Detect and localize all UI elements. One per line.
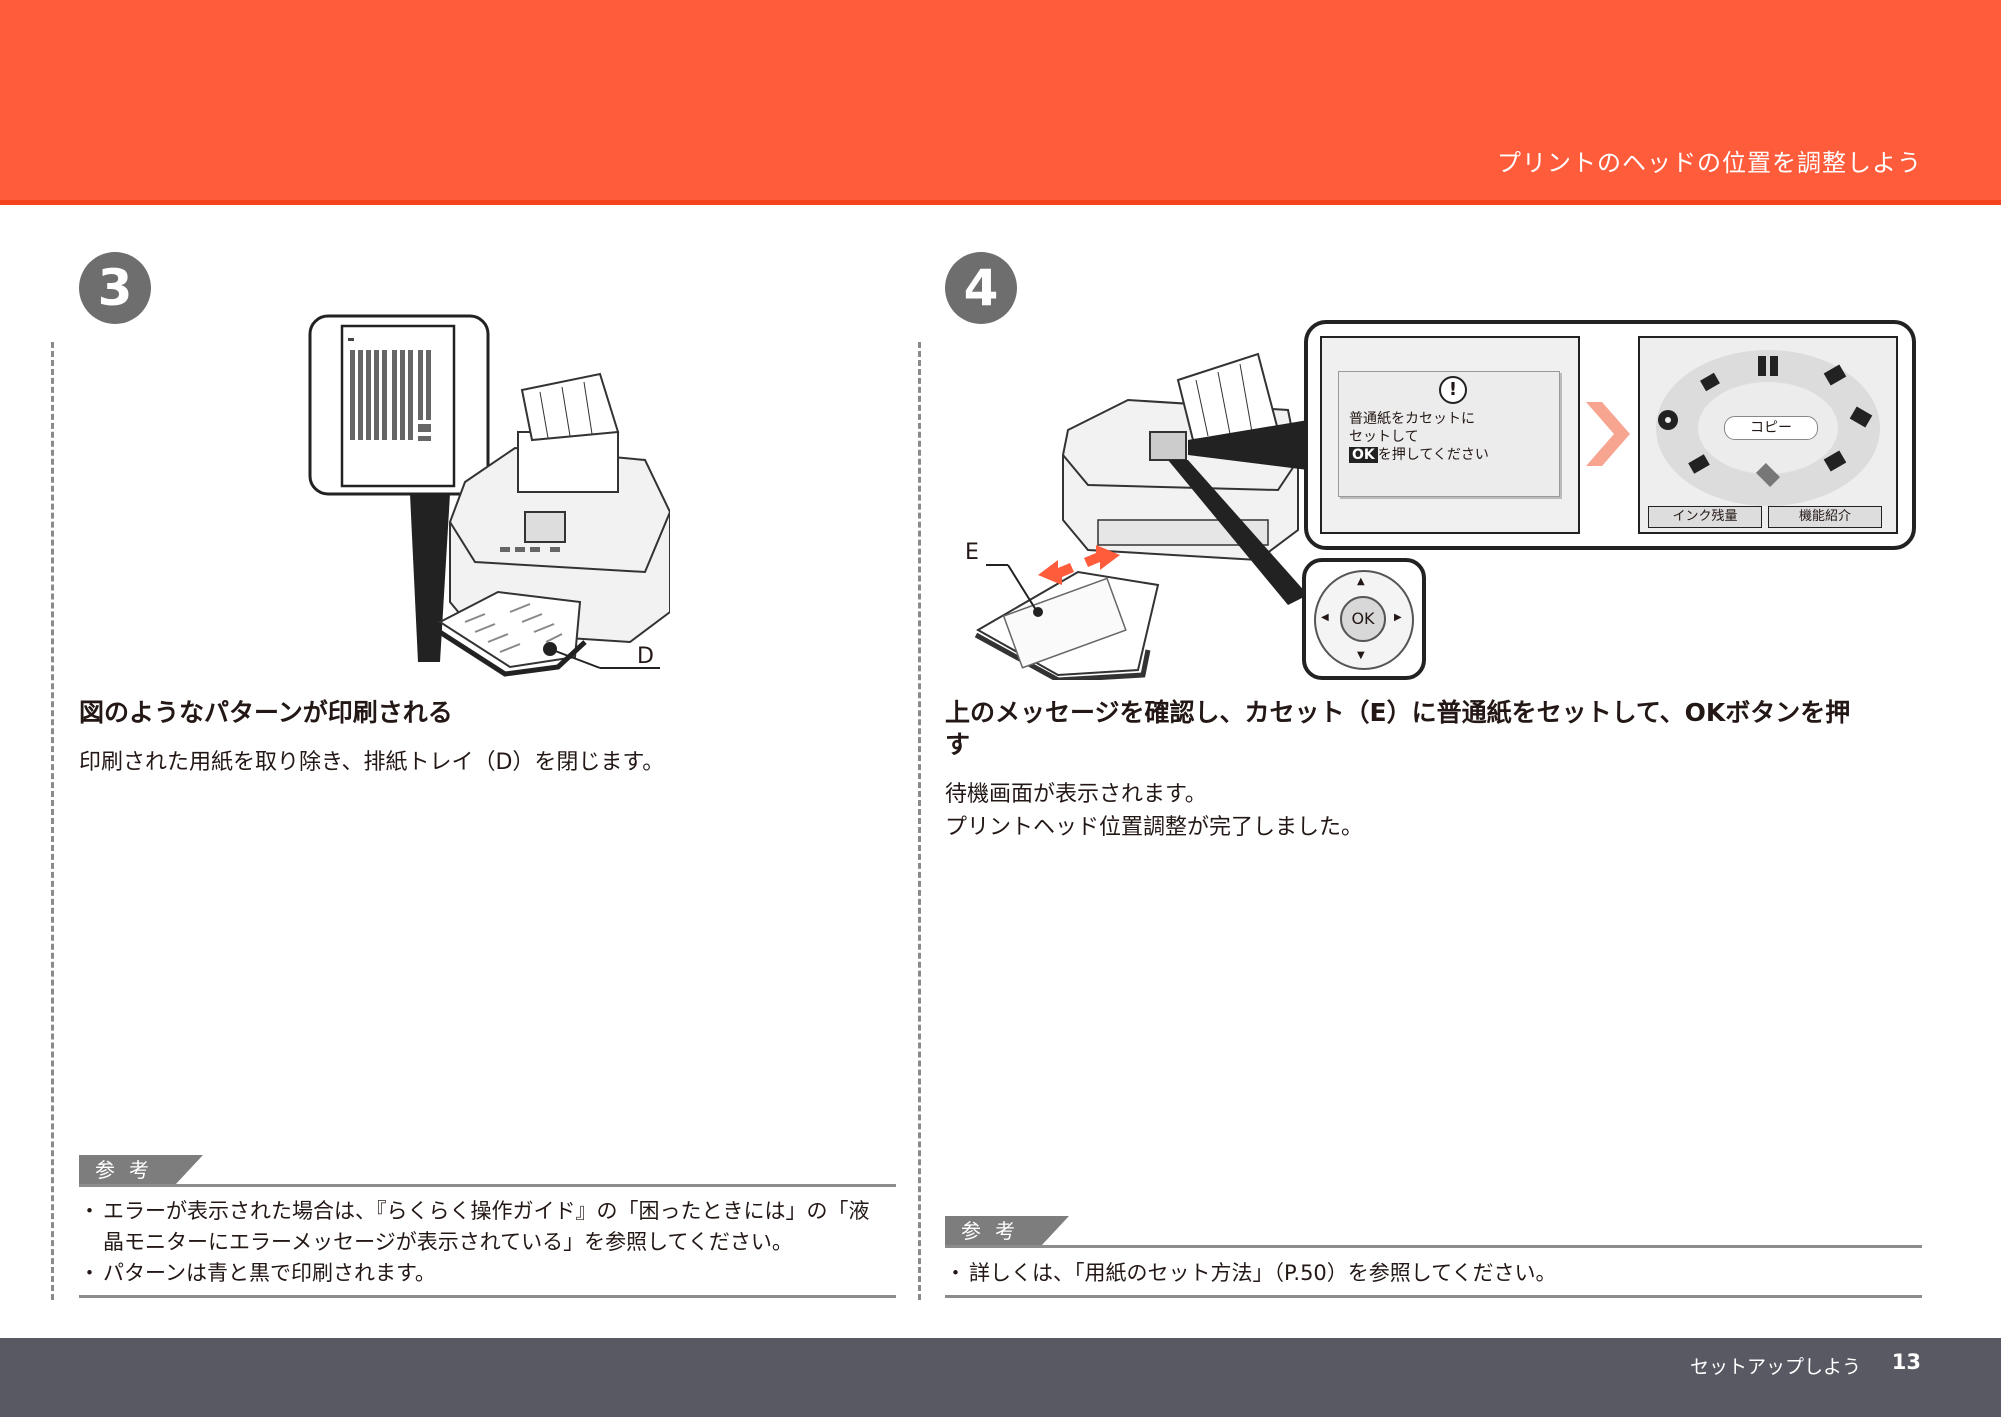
warning-icon: ! <box>1439 376 1467 404</box>
ink-level-button: インク残量 <box>1648 506 1762 528</box>
arrow-right-icon: ▶ <box>1394 612 1402 623</box>
step-3-body: 印刷された用紙を取り除き、排紙トレイ（D）を閉じます。 <box>79 750 665 775</box>
lcd-menu-screen: コピー インク残量 機能紹介 <box>1638 336 1898 534</box>
menu-center-label: コピー <box>1724 416 1818 440</box>
step-3-illustration <box>308 314 670 677</box>
paper-cassette <box>974 570 1160 680</box>
left-dashed-divider <box>51 342 54 1300</box>
step-4-reference-tab: 参考 <box>945 1216 1069 1246</box>
step-4-body-line-2: プリントヘッド位置調整が完了しました。 <box>945 815 1364 840</box>
step-3-heading: 図のようなパターンが印刷される <box>79 698 453 727</box>
pattern-sheet-callout <box>308 314 490 496</box>
lcd-message-box: ! 普通紙をカセットに セットして OK を押してください <box>1338 371 1560 497</box>
control-pad-callout: OK ▲ ▼ ◀ ▶ <box>1302 558 1426 680</box>
step-4-reference-item: ・詳しくは、「用紙のセット方法」（P.50）を参照してください。 <box>945 1261 1557 1285</box>
step-3-reference-tab: 参考 <box>79 1155 203 1185</box>
step-3-reference-item: ・パターンは青と黒で印刷されます。 <box>79 1261 436 1285</box>
callout-label-d: D <box>637 644 654 669</box>
ok-button: OK <box>1340 596 1386 642</box>
lcd-line-1: 普通紙をカセットに <box>1349 411 1475 427</box>
page-title: プリントのヘッドの位置を調整しよう <box>1497 149 1922 177</box>
step-3-badge: 3 <box>79 252 151 324</box>
step-3-reference-item: ・エラーが表示された場合は、『らくらく操作ガイド』の「困ったときには」の「液晶モ… <box>79 1199 870 1254</box>
step-4-reference-top-rule <box>945 1245 1922 1248</box>
arrow-up-icon: ▲ <box>1357 576 1365 587</box>
lcd-message-screen: ! 普通紙をカセットに セットして OK を押してください <box>1320 336 1580 534</box>
lcd-line-3-row: OK を押してください <box>1349 446 1489 464</box>
lcd-line-3: を押してください <box>1377 447 1489 463</box>
step-3-reference-bottom-rule <box>79 1295 896 1298</box>
step-4-badge: 4 <box>945 252 1017 324</box>
step-4-printer-illustration <box>974 352 1308 680</box>
callout-label-e: E <box>965 540 979 565</box>
lcd-ok-badge: OK <box>1349 447 1378 463</box>
step-3-reference-top-rule <box>79 1184 896 1187</box>
footer-section-title: セットアップしよう <box>1689 1356 1861 1378</box>
arrow-left-icon: ◀ <box>1321 612 1329 623</box>
step-4-heading: 上のメッセージを確認し、カセット（E）に普通紙をセットして、OKボタンを押す <box>945 698 1851 759</box>
center-dashed-divider <box>918 342 921 1300</box>
chevron-right-icon <box>1586 402 1630 466</box>
step-4-reference-bottom-rule <box>945 1295 1922 1298</box>
page-number: 13 <box>1891 1350 1921 1374</box>
lcd-line-2: セットして <box>1349 429 1419 445</box>
header-divider <box>0 200 2001 205</box>
arrow-down-icon: ▼ <box>1357 650 1365 661</box>
feature-guide-button: 機能紹介 <box>1768 506 1882 528</box>
